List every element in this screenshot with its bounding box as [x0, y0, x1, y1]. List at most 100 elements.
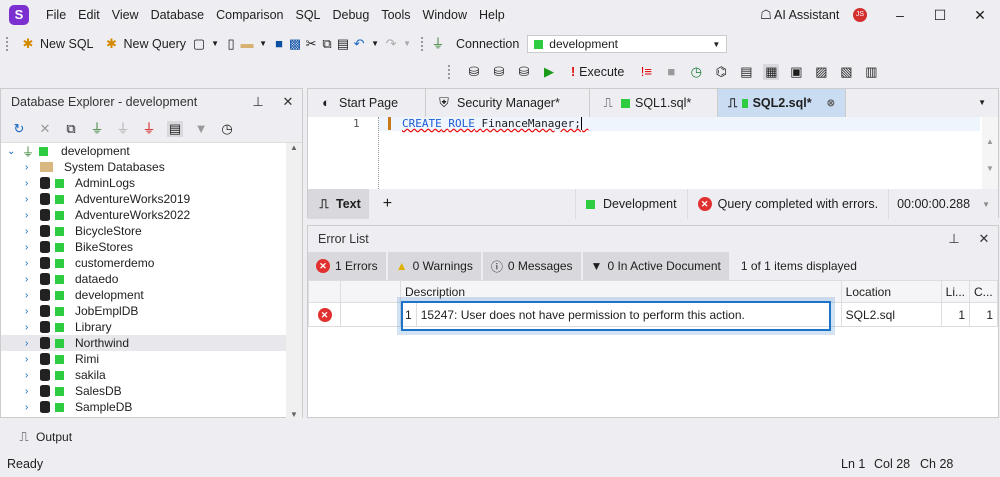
menu-view[interactable]: View [106, 0, 145, 30]
toolbar-grip[interactable] [448, 65, 451, 79]
copy-object-icon[interactable]: ▤ [167, 120, 183, 137]
undo-icon[interactable]: ↶ [351, 36, 367, 52]
toolbar-grip[interactable] [6, 37, 9, 51]
chevron-down-icon[interactable]: ▼ [207, 36, 223, 52]
tab-security-manager[interactable]: ⛨ Security Manager* [426, 89, 590, 117]
tab-list-dropdown[interactable]: ▼ [846, 89, 998, 117]
column-location[interactable]: Location [840, 280, 942, 303]
new-file-icon[interactable]: ▯ [223, 36, 239, 52]
scroll-up-icon[interactable]: ▲ [286, 143, 302, 152]
close-button[interactable]: ✕ [960, 0, 1000, 30]
stop-icon[interactable]: ■ [663, 64, 679, 80]
toolbar-grip[interactable] [421, 37, 424, 51]
editor-scrollbar[interactable]: ▲ ▼ [982, 117, 998, 189]
chevron-right-icon[interactable]: › [25, 338, 35, 349]
tree-node[interactable]: › AdventureWorks2022 [1, 207, 286, 223]
menu-debug[interactable]: Debug [327, 0, 376, 30]
tree-node[interactable]: › AdminLogs [1, 175, 286, 191]
tree-node[interactable]: › sakila [1, 367, 286, 383]
menu-help[interactable]: Help [473, 0, 511, 30]
grid-results-icon[interactable]: ▦ [763, 64, 780, 80]
execution-plan-icon[interactable]: ⌬ [713, 64, 729, 80]
new-object-icon[interactable]: ▢ [191, 36, 207, 52]
tree-node[interactable]: › JobEmplDB [1, 303, 286, 319]
edit-connection-icon[interactable]: ⏚ [115, 121, 131, 137]
chevron-down-icon[interactable]: ▼ [255, 36, 271, 52]
column-description[interactable]: Description [400, 280, 842, 303]
errors-filter[interactable]: ✕ 1 Errors [308, 252, 388, 280]
chevron-right-icon[interactable]: › [25, 242, 35, 253]
chart-icon[interactable]: ▧ [838, 64, 854, 80]
chevron-right-icon[interactable]: › [25, 290, 35, 301]
chevron-down-icon[interactable]: ▼ [399, 36, 415, 52]
add-tab-button[interactable]: + [369, 195, 406, 213]
text-results-tab[interactable]: ⎍ Text [308, 189, 369, 219]
tree-node[interactable]: › Northwind [1, 335, 286, 351]
menu-sql[interactable]: SQL [289, 0, 326, 30]
tree-node[interactable]: › development [1, 287, 286, 303]
column-col[interactable]: C... [969, 280, 998, 303]
pin-icon[interactable]: ⊥ [250, 94, 266, 110]
chevron-right-icon[interactable]: › [25, 386, 35, 397]
save-all-icon[interactable]: ▩ [287, 36, 303, 52]
delete-icon[interactable]: ✕ [37, 121, 53, 137]
database-check-icon[interactable]: ⛁ [516, 64, 532, 80]
chevron-right-icon[interactable]: › [25, 370, 35, 381]
chevron-right-icon[interactable]: › [25, 322, 35, 333]
chevron-right-icon[interactable]: › [25, 162, 35, 173]
menu-comparison[interactable]: Comparison [210, 0, 289, 30]
chevron-right-icon[interactable]: › [25, 178, 35, 189]
maximize-button[interactable]: ☐ [920, 0, 960, 30]
settings-icon[interactable]: ▥ [863, 64, 879, 80]
paste-icon[interactable]: ▤ [335, 36, 351, 52]
chevron-right-icon[interactable]: › [25, 402, 35, 413]
new-query-button[interactable]: ✱ New Query [99, 33, 192, 55]
redo-icon[interactable]: ↷ [383, 36, 399, 52]
execute-current-icon[interactable]: !≡ [638, 64, 654, 80]
chevron-down-icon[interactable]: ▼ [367, 36, 383, 52]
connection-select[interactable]: development ▼ [527, 35, 728, 53]
chevron-down-icon[interactable]: ▼ [982, 200, 990, 209]
output-tab[interactable]: ⎍ Output [0, 425, 1000, 449]
tree-node[interactable]: › AdventureWorks2019 [1, 191, 286, 207]
tree-node-root[interactable]: ⌄ ⏚ development [1, 143, 286, 159]
tree-node[interactable]: › SampleDB [1, 399, 286, 415]
tree-node[interactable]: › Rimi [1, 351, 286, 367]
code-area[interactable]: 1 CREATE ROLE FinanceManager; ▲ ▼ [308, 117, 998, 189]
run-icon[interactable]: ▶ [541, 64, 557, 80]
open-folder-icon[interactable]: ▬ [239, 36, 255, 52]
properties-icon[interactable]: ◷ [219, 121, 235, 137]
active-document-filter[interactable]: ▼ 0 In Active Document [582, 252, 731, 280]
messages-filter[interactable]: ⓘ 0 Messages [482, 252, 583, 280]
close-icon[interactable]: ✕ [280, 94, 296, 110]
database-icon[interactable]: ⛁ [491, 64, 507, 80]
tab-sql1[interactable]: ⎍ SQL1.sql* [590, 89, 718, 117]
chevron-right-icon[interactable]: › [25, 258, 35, 269]
collapse-all-icon[interactable]: ⧉ [63, 121, 79, 137]
menu-file[interactable]: File [40, 0, 72, 30]
history-icon[interactable]: ◷ [688, 64, 704, 80]
column-line[interactable]: Li... [940, 280, 971, 303]
refresh-icon[interactable]: ↻ [11, 121, 27, 137]
tab-sql2[interactable]: ⎍ SQL2.sql* ⊗ [718, 89, 846, 117]
tree-node[interactable]: › Library [1, 319, 286, 335]
database-edit-icon[interactable]: ⛁ [466, 64, 482, 80]
chevron-right-icon[interactable]: › [25, 354, 35, 365]
minimize-button[interactable]: – [880, 0, 920, 30]
copy-icon[interactable]: ⧉ [319, 36, 335, 52]
tree-node[interactable]: › SalesDB [1, 383, 286, 399]
warnings-filter[interactable]: ▲ 0 Warnings [387, 252, 483, 280]
save-icon[interactable]: ■ [271, 36, 287, 52]
chevron-right-icon[interactable]: › [25, 274, 35, 285]
export-icon[interactable]: ▤ [738, 64, 754, 80]
avatar[interactable]: JS [853, 8, 867, 22]
new-connection-icon[interactable]: ⏚ [89, 121, 105, 137]
chevron-right-icon[interactable]: › [25, 194, 35, 205]
chevron-right-icon[interactable]: › [25, 306, 35, 317]
tree-node[interactable]: › BicycleStore [1, 223, 286, 239]
tab-start-page[interactable]: ◐ Start Page [308, 89, 426, 117]
menu-database[interactable]: Database [145, 0, 211, 30]
scroll-down-icon[interactable]: ▼ [286, 410, 302, 419]
chevron-right-icon[interactable]: › [25, 210, 35, 221]
tree-node[interactable]: › dataedo [1, 271, 286, 287]
